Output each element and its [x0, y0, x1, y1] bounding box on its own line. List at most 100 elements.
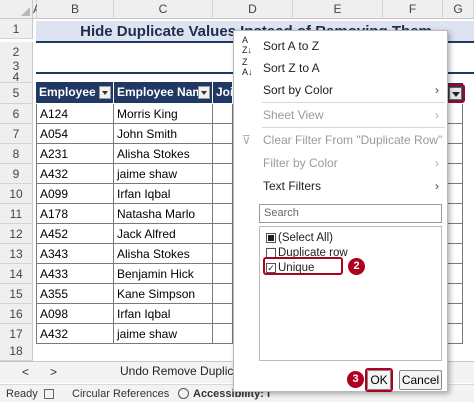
accessibility-icon[interactable]: [178, 388, 189, 399]
cell-duplicate-row[interactable]: [446, 104, 463, 124]
cell-employee-name[interactable]: Benjamin Hick: [114, 264, 213, 284]
cell-duplicate-row[interactable]: [446, 124, 463, 144]
header-employee-name[interactable]: Employee Nam: [114, 82, 213, 103]
cell-employee-name[interactable]: jaime shaw: [114, 164, 213, 184]
sort-by-color[interactable]: Sort by Color ›: [234, 79, 447, 101]
cell-joining[interactable]: [213, 264, 233, 284]
cell-joining[interactable]: [213, 304, 233, 324]
cell-employee-id[interactable]: A178: [36, 204, 114, 224]
col-header-e[interactable]: E: [293, 0, 383, 19]
select-all-corner[interactable]: [0, 0, 33, 19]
row-header[interactable]: 16: [0, 304, 33, 324]
cell-employee-name[interactable]: jaime shaw: [114, 324, 213, 344]
cell-duplicate-row[interactable]: [446, 284, 463, 304]
chevron-right-icon: ›: [435, 179, 439, 193]
cell-joining[interactable]: [213, 224, 233, 244]
filter-dropdown-icon[interactable]: [99, 86, 111, 99]
header-employee-id[interactable]: Employee I: [36, 82, 114, 103]
search-input[interactable]: Search: [259, 204, 442, 223]
tab-scroll-prev-icon[interactable]: <: [22, 365, 29, 379]
cell-duplicate-row[interactable]: [446, 224, 463, 244]
cell-employee-id[interactable]: A432: [36, 324, 114, 344]
cell-employee-name[interactable]: Kane Simpson: [114, 284, 213, 304]
col-header-f[interactable]: F: [383, 0, 443, 19]
sheet-tab-undo-remove-duplicate[interactable]: Undo Remove Duplicate: [120, 364, 250, 378]
cell-employee-id[interactable]: A098: [36, 304, 114, 324]
cell-joining[interactable]: [213, 244, 233, 264]
cell-employee-id[interactable]: A054: [36, 124, 114, 144]
cell-joining[interactable]: [213, 164, 233, 184]
cell-duplicate-row[interactable]: [446, 264, 463, 284]
cell-employee-name[interactable]: Natasha Marlo: [114, 204, 213, 224]
row-header[interactable]: 8: [0, 144, 33, 164]
cell-employee-name[interactable]: Irfan Iqbal: [114, 184, 213, 204]
row-header[interactable]: 5: [0, 83, 33, 104]
header-joining[interactable]: Joini: [213, 82, 233, 103]
clear-filter-icon: ⊽: [242, 133, 251, 147]
cell-joining[interactable]: [213, 204, 233, 224]
cell-employee-id[interactable]: A432: [36, 164, 114, 184]
cell-joining[interactable]: [213, 144, 233, 164]
cell-duplicate-row[interactable]: [446, 304, 463, 324]
col-header-g[interactable]: G: [443, 0, 474, 19]
cell-employee-id[interactable]: A355: [36, 284, 114, 304]
sort-descending-icon: Z A↓: [242, 57, 253, 77]
highlight-dropdown: [446, 84, 465, 103]
list-item-label: (Select All): [278, 232, 333, 244]
row-header[interactable]: 11: [0, 204, 33, 224]
cell-duplicate-row[interactable]: [446, 204, 463, 224]
cell-employee-id[interactable]: A099: [36, 184, 114, 204]
list-item-select-all[interactable]: (Select All): [266, 231, 333, 245]
col-header-d[interactable]: D: [213, 0, 293, 19]
cell-employee-id[interactable]: A433: [36, 264, 114, 284]
cell-employee-id[interactable]: A124: [36, 104, 114, 124]
col-header-b[interactable]: B: [37, 0, 114, 19]
cell-employee-name[interactable]: Jack Alfred: [114, 224, 213, 244]
checkbox-partial[interactable]: [266, 233, 276, 243]
row-header[interactable]: 12: [0, 224, 33, 244]
row-header[interactable]: 7: [0, 124, 33, 144]
row-header[interactable]: 9: [0, 164, 33, 184]
cell-employee-id[interactable]: A452: [36, 224, 114, 244]
cell-employee-name[interactable]: Morris King: [114, 104, 213, 124]
header-label: Employee I: [39, 85, 103, 99]
cell-employee-id[interactable]: A343: [36, 244, 114, 264]
cell-employee-name[interactable]: Alisha Stokes: [114, 144, 213, 164]
step-badge-3: 3: [347, 371, 364, 388]
row-header[interactable]: 14: [0, 264, 33, 284]
row-header[interactable]: 13: [0, 244, 33, 264]
cell-employee-name[interactable]: Alisha Stokes: [114, 244, 213, 264]
cell-joining[interactable]: [213, 184, 233, 204]
row-header[interactable]: 4: [0, 71, 33, 83]
cell-duplicate-row[interactable]: [446, 184, 463, 204]
filter-dropdown-icon[interactable]: [198, 86, 210, 99]
menu-divider: [262, 102, 445, 103]
cell-duplicate-row[interactable]: [446, 144, 463, 164]
row-header[interactable]: 18: [0, 341, 33, 361]
cancel-button[interactable]: Cancel: [399, 370, 442, 390]
cell-joining[interactable]: [213, 104, 233, 124]
status-circular-references[interactable]: Circular References: [72, 385, 169, 403]
cell-joining[interactable]: [213, 324, 233, 344]
clear-filter: ⊽ Clear Filter From "Duplicate Row": [234, 129, 447, 151]
cell-joining[interactable]: [213, 284, 233, 304]
row-header[interactable]: 15: [0, 284, 33, 304]
row-header[interactable]: 1: [0, 19, 33, 39]
cell-joining[interactable]: [213, 124, 233, 144]
row-header[interactable]: 6: [0, 104, 33, 124]
sort-z-to-a[interactable]: Z A↓ Sort Z to A: [234, 57, 447, 79]
filter-value-list: (Select All) Duplicate row ✓ Unique 2: [259, 226, 442, 361]
col-header-c[interactable]: C: [114, 0, 213, 19]
sort-a-to-z[interactable]: A Z↓ Sort A to Z: [234, 35, 447, 57]
cell-employee-id[interactable]: A231: [36, 144, 114, 164]
header-label: Employee Nam: [117, 85, 204, 99]
tab-scroll-next-icon[interactable]: >: [50, 365, 57, 379]
macro-record-icon[interactable]: [44, 389, 54, 399]
cell-employee-name[interactable]: John Smith: [114, 124, 213, 144]
row-header[interactable]: 10: [0, 184, 33, 204]
cell-employee-name[interactable]: Irfan Iqbal: [114, 304, 213, 324]
cell-duplicate-row[interactable]: [446, 324, 463, 344]
cell-duplicate-row[interactable]: [446, 244, 463, 264]
text-filters[interactable]: Text Filters ›: [234, 175, 447, 197]
cell-duplicate-row[interactable]: [446, 164, 463, 184]
